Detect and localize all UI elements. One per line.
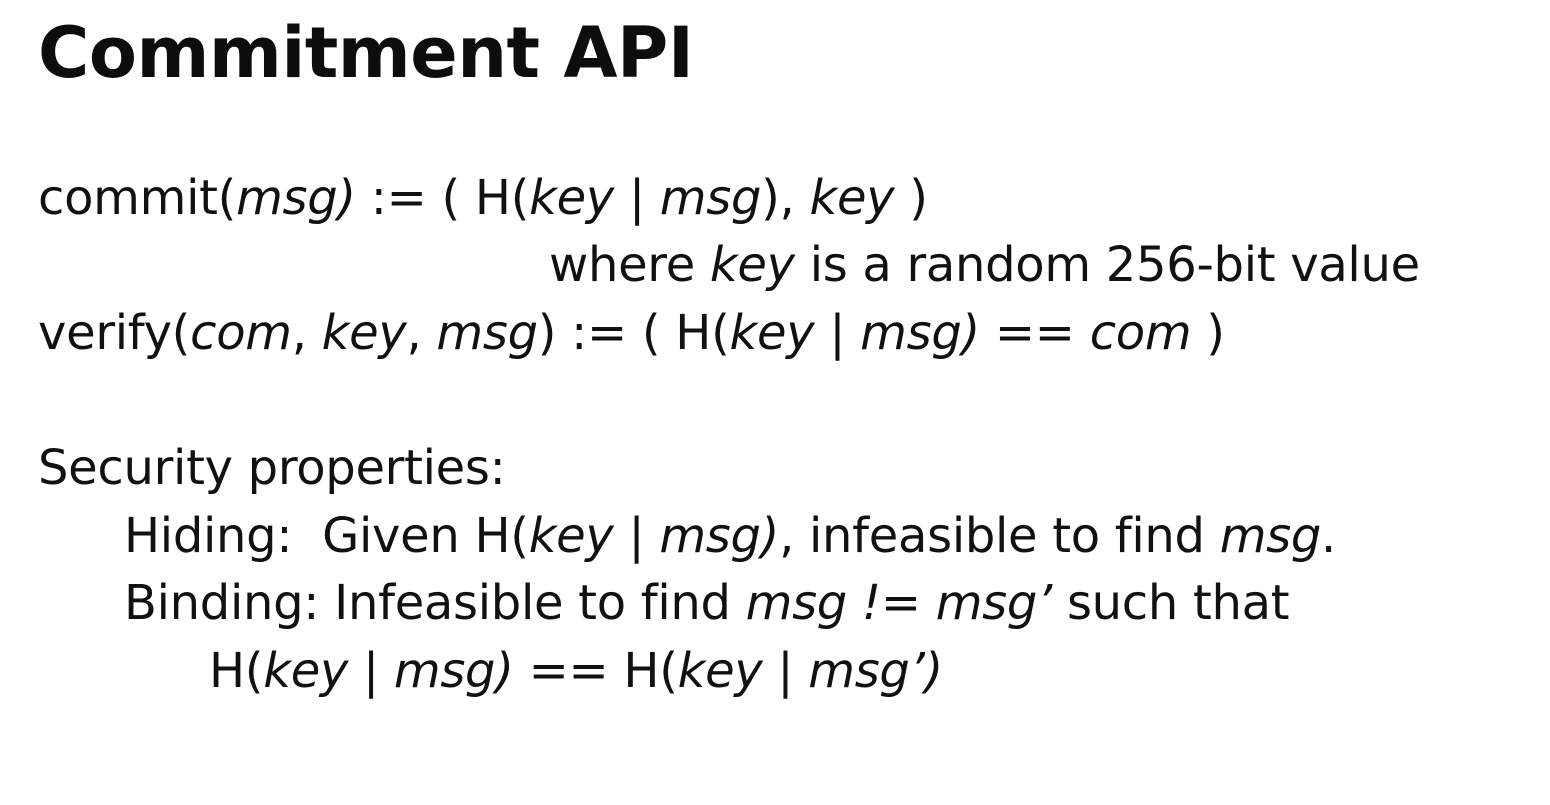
italic-term: msg) (236, 170, 356, 226)
text-segment: , (406, 305, 437, 361)
verify-definition-line: verify(com, key, msg) := ( H(key | msg) … (38, 309, 1225, 357)
italic-term: key (528, 508, 614, 564)
text-segment: such that (1052, 575, 1290, 631)
text-segment: . (1321, 508, 1336, 564)
italic-term: msg) (393, 643, 514, 699)
slide-title: Commitment API (38, 12, 694, 94)
italic-term: msg) (659, 508, 780, 564)
binding-equation-line: H(key | msg) == H(key | msg’) (209, 647, 943, 695)
text-segment: == H( (513, 643, 678, 699)
text-segment: where (549, 237, 710, 293)
italic-term: msg (1219, 508, 1322, 564)
italic-term: com (1089, 305, 1192, 361)
text-segment: ) := ( H( (537, 305, 730, 361)
commit-definition-line: commit(msg) := ( H(key | msg), key ) (38, 174, 928, 222)
text-segment: ), (761, 170, 810, 226)
text-segment: Binding: Infeasible to find (124, 575, 746, 631)
slide: Commitment API commit(msg) := ( H(key | … (0, 0, 1550, 805)
text-segment: == (979, 305, 1090, 361)
text-segment: | (762, 643, 809, 699)
text-segment: commit( (38, 170, 237, 226)
text-segment: := ( H( (355, 170, 530, 226)
text-segment: , infeasible to find (779, 508, 1220, 564)
italic-term: msg (659, 170, 762, 226)
hiding-property-line: Hiding: Given H(key | msg), infeasible t… (124, 512, 1336, 560)
italic-term: key (677, 643, 763, 699)
text-segment: Hiding: Given H( (124, 508, 529, 564)
italic-term: key (809, 170, 895, 226)
italic-term: com (190, 305, 292, 361)
italic-term: key (529, 170, 614, 226)
italic-term: msg’) (808, 643, 943, 699)
binding-property-line: Binding: Infeasible to find msg != msg’ … (124, 579, 1290, 627)
text-segment: , (291, 305, 322, 361)
italic-term: key (263, 643, 349, 699)
text-segment: H( (209, 643, 264, 699)
text-segment: ) (1191, 305, 1225, 361)
text-segment: Security properties: (38, 440, 506, 496)
italic-term: msg != msg’ (745, 575, 1053, 631)
text-segment: | (814, 305, 861, 361)
key-note-line: where key is a random 256-bit value (549, 241, 1420, 289)
text-segment: ) (894, 170, 928, 226)
text-segment: | (348, 643, 394, 699)
text-segment: | (613, 170, 660, 226)
text-segment: is a random 256-bit value (794, 237, 1420, 293)
italic-term: msg (436, 305, 538, 361)
text-segment: verify( (38, 305, 191, 361)
italic-term: key (709, 237, 795, 293)
italic-term: key (321, 305, 407, 361)
italic-term: msg) (860, 305, 980, 361)
text-segment: | (613, 508, 660, 564)
security-heading-line: Security properties: (38, 444, 506, 492)
italic-term: key (729, 305, 815, 361)
